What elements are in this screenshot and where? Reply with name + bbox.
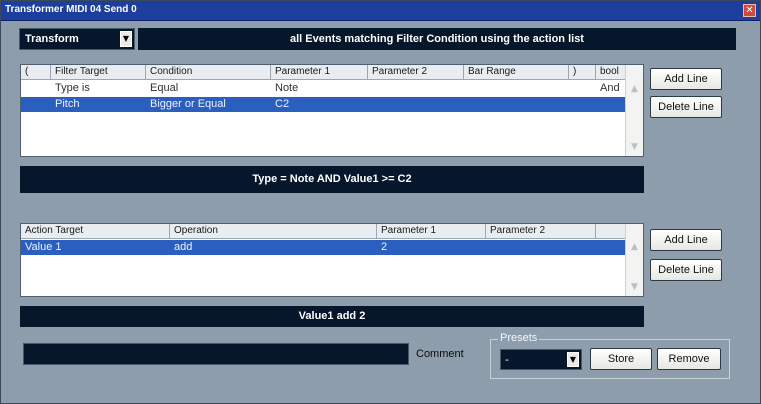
column-header[interactable] [596, 224, 627, 238]
cell[interactable] [21, 97, 25, 112]
column-header[interactable]: Action Target [21, 224, 170, 238]
mode-select[interactable]: Transform ▼ [19, 28, 135, 50]
filter-table-header: ( Filter Target Condition Parameter 1 Pa… [21, 65, 625, 80]
action-add-line-button[interactable]: Add Line [650, 229, 722, 251]
store-button[interactable]: Store [590, 348, 652, 370]
comment-label: Comment [416, 348, 464, 360]
cell[interactable]: Bigger or Equal [146, 97, 226, 112]
column-header[interactable]: Parameter 1 [271, 65, 368, 79]
window-title: Transformer MIDI 04 Send 0 [5, 4, 137, 15]
column-header[interactable]: bool [596, 65, 627, 79]
action-table-header: Action Target Operation Parameter 1 Para… [21, 224, 625, 239]
column-header[interactable]: ( [21, 65, 51, 79]
cell[interactable] [486, 240, 490, 255]
table-row[interactable]: Type is Equal Note And [21, 81, 625, 96]
cell[interactable] [368, 81, 372, 96]
filter-summary-bar: Type = Note AND Value1 >= C2 [20, 166, 644, 193]
preset-select[interactable]: - ▼ [500, 349, 582, 370]
close-icon[interactable]: ✕ [743, 4, 756, 17]
table-row[interactable]: Value 1 add 2 [21, 240, 625, 255]
chevron-down-icon[interactable]: ▼ [120, 31, 132, 47]
cell[interactable] [569, 97, 573, 112]
column-header[interactable]: Filter Target [51, 65, 146, 79]
cell[interactable]: Equal [146, 81, 178, 96]
mode-description-bar: all Events matching Filter Condition usi… [138, 28, 736, 50]
column-header[interactable]: Bar Range [464, 65, 569, 79]
action-summary: Value1 add 2 [298, 310, 366, 322]
presets-label: Presets [498, 332, 540, 344]
column-header[interactable]: Operation [170, 224, 377, 238]
cell[interactable]: Pitch [51, 97, 79, 112]
action-delete-line-button[interactable]: Delete Line [650, 259, 722, 281]
column-header[interactable]: ) [569, 65, 596, 79]
scroll-down-icon[interactable]: ▼ [628, 141, 641, 154]
cell[interactable]: C2 [271, 97, 289, 112]
scroll-up-icon[interactable]: ▲ [628, 241, 641, 254]
column-header[interactable]: Parameter 1 [377, 224, 486, 238]
action-table[interactable]: Action Target Operation Parameter 1 Para… [20, 223, 644, 297]
cell[interactable]: Type is [51, 81, 90, 96]
filter-summary: Type = Note AND Value1 >= C2 [252, 173, 412, 185]
cell[interactable] [596, 97, 600, 112]
preset-value: - [505, 353, 509, 366]
filter-add-line-button[interactable]: Add Line [650, 68, 722, 90]
cell[interactable] [464, 81, 468, 96]
column-header[interactable]: Parameter 2 [486, 224, 596, 238]
action-scrollbar[interactable]: ▲ ▼ [625, 224, 643, 296]
transformer-window: Transformer MIDI 04 Send 0 ✕ Transform ▼… [0, 0, 761, 404]
cell[interactable]: Value 1 [21, 240, 62, 255]
cell[interactable] [21, 81, 25, 96]
cell[interactable] [569, 81, 573, 96]
chevron-down-icon[interactable]: ▼ [567, 352, 579, 367]
cell[interactable] [368, 97, 372, 112]
column-header[interactable]: Condition [146, 65, 271, 79]
cell[interactable] [464, 97, 468, 112]
mode-description: all Events matching Filter Condition usi… [290, 33, 584, 45]
cell[interactable]: And [596, 81, 620, 96]
filter-scrollbar[interactable]: ▲ ▼ [625, 65, 643, 156]
cell[interactable]: add [170, 240, 192, 255]
cell[interactable]: 2 [377, 240, 387, 255]
scroll-down-icon[interactable]: ▼ [628, 281, 641, 294]
action-summary-bar: Value1 add 2 [20, 306, 644, 327]
filter-table[interactable]: ( Filter Target Condition Parameter 1 Pa… [20, 64, 644, 157]
table-row[interactable]: Pitch Bigger or Equal C2 [21, 97, 625, 112]
title-bar[interactable]: Transformer MIDI 04 Send 0 ✕ [1, 1, 760, 21]
mode-value: Transform [25, 33, 79, 45]
cell[interactable]: Note [271, 81, 298, 96]
scroll-up-icon[interactable]: ▲ [628, 83, 641, 96]
filter-delete-line-button[interactable]: Delete Line [650, 96, 722, 118]
comment-input[interactable] [23, 343, 409, 365]
column-header[interactable]: Parameter 2 [368, 65, 464, 79]
remove-button[interactable]: Remove [657, 348, 721, 370]
